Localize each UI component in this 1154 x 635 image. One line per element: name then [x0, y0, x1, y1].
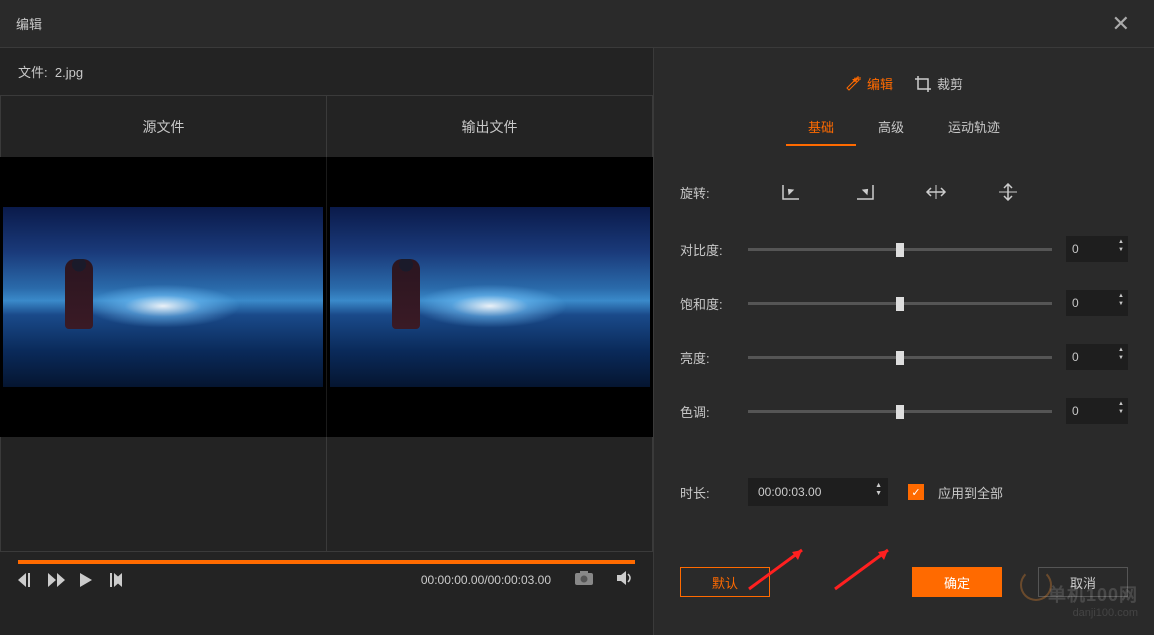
apply-all-label: 应用到全部 [938, 483, 1003, 502]
hue-stepper[interactable]: ▲▼ [1118, 400, 1124, 416]
saturation-label: 饱和度: [680, 294, 748, 313]
volume-icon[interactable] [617, 570, 635, 589]
brightness-value[interactable]: 0 ▲▼ [1066, 344, 1128, 370]
saturation-value-text: 0 [1072, 296, 1079, 310]
saturation-slider[interactable] [748, 302, 1052, 305]
play-button[interactable] [80, 573, 92, 587]
next-frame-button[interactable] [106, 573, 122, 587]
progress-bar[interactable] [18, 560, 635, 564]
tab-edit[interactable]: 编辑 [845, 74, 893, 93]
brightness-value-text: 0 [1072, 350, 1079, 364]
crop-icon [915, 76, 931, 92]
duration-input[interactable]: 00:00:03.00 ▲▼ [748, 478, 888, 506]
contrast-value-text: 0 [1072, 242, 1079, 256]
tab-crop[interactable]: 裁剪 [915, 74, 963, 93]
ok-button[interactable]: 确定 [912, 567, 1002, 597]
rotate-label: 旋转: [680, 183, 740, 202]
saturation-value[interactable]: 0 ▲▼ [1066, 290, 1128, 316]
play-fast-button[interactable] [48, 573, 66, 587]
hue-label: 色调: [680, 402, 748, 421]
brightness-stepper[interactable]: ▲▼ [1118, 346, 1124, 362]
contrast-label: 对比度: [680, 240, 748, 259]
subtab-basic[interactable]: 基础 [786, 109, 856, 146]
duration-value-text: 00:00:03.00 [758, 485, 821, 499]
flip-vertical-icon[interactable] [996, 182, 1020, 202]
output-lower-pane [326, 437, 653, 552]
brightness-label: 亮度: [680, 348, 748, 367]
duration-stepper[interactable]: ▲▼ [875, 482, 882, 498]
close-icon[interactable]: ✕ [1104, 7, 1138, 41]
file-info: 文件: 2.jpg [0, 48, 653, 95]
cancel-button[interactable]: 取消 [1038, 567, 1128, 597]
source-header: 源文件 [1, 96, 327, 157]
hue-slider[interactable] [748, 410, 1052, 413]
output-preview [327, 157, 653, 437]
default-button[interactable]: 默认 [680, 567, 770, 597]
flip-horizontal-icon[interactable] [924, 182, 948, 202]
rotate-cw-icon[interactable] [780, 182, 804, 202]
contrast-slider[interactable] [748, 248, 1052, 251]
duration-label: 时长: [680, 483, 734, 502]
file-name: 2.jpg [55, 65, 83, 80]
file-label: 文件: [18, 65, 48, 80]
hue-value-text: 0 [1072, 404, 1079, 418]
brightness-slider[interactable] [748, 356, 1052, 359]
apply-all-checkbox[interactable]: ✓ [908, 484, 924, 500]
snapshot-icon[interactable] [575, 571, 593, 588]
wand-icon [845, 76, 861, 92]
hue-value[interactable]: 0 ▲▼ [1066, 398, 1128, 424]
tab-edit-label: 编辑 [867, 74, 893, 93]
contrast-stepper[interactable]: ▲▼ [1118, 238, 1124, 254]
output-header: 输出文件 [327, 96, 652, 157]
prev-frame-button[interactable] [18, 573, 34, 587]
saturation-stepper[interactable]: ▲▼ [1118, 292, 1124, 308]
subtab-motion[interactable]: 运动轨迹 [926, 109, 1022, 146]
window-title: 编辑 [16, 14, 42, 33]
source-lower-pane [0, 437, 326, 552]
contrast-value[interactable]: 0 ▲▼ [1066, 236, 1128, 262]
tab-crop-label: 裁剪 [937, 74, 963, 93]
source-preview [0, 157, 327, 437]
time-display: 00:00:00.00/00:00:03.00 [421, 573, 551, 587]
rotate-ccw-icon[interactable] [852, 182, 876, 202]
subtab-advanced[interactable]: 高级 [856, 109, 926, 146]
